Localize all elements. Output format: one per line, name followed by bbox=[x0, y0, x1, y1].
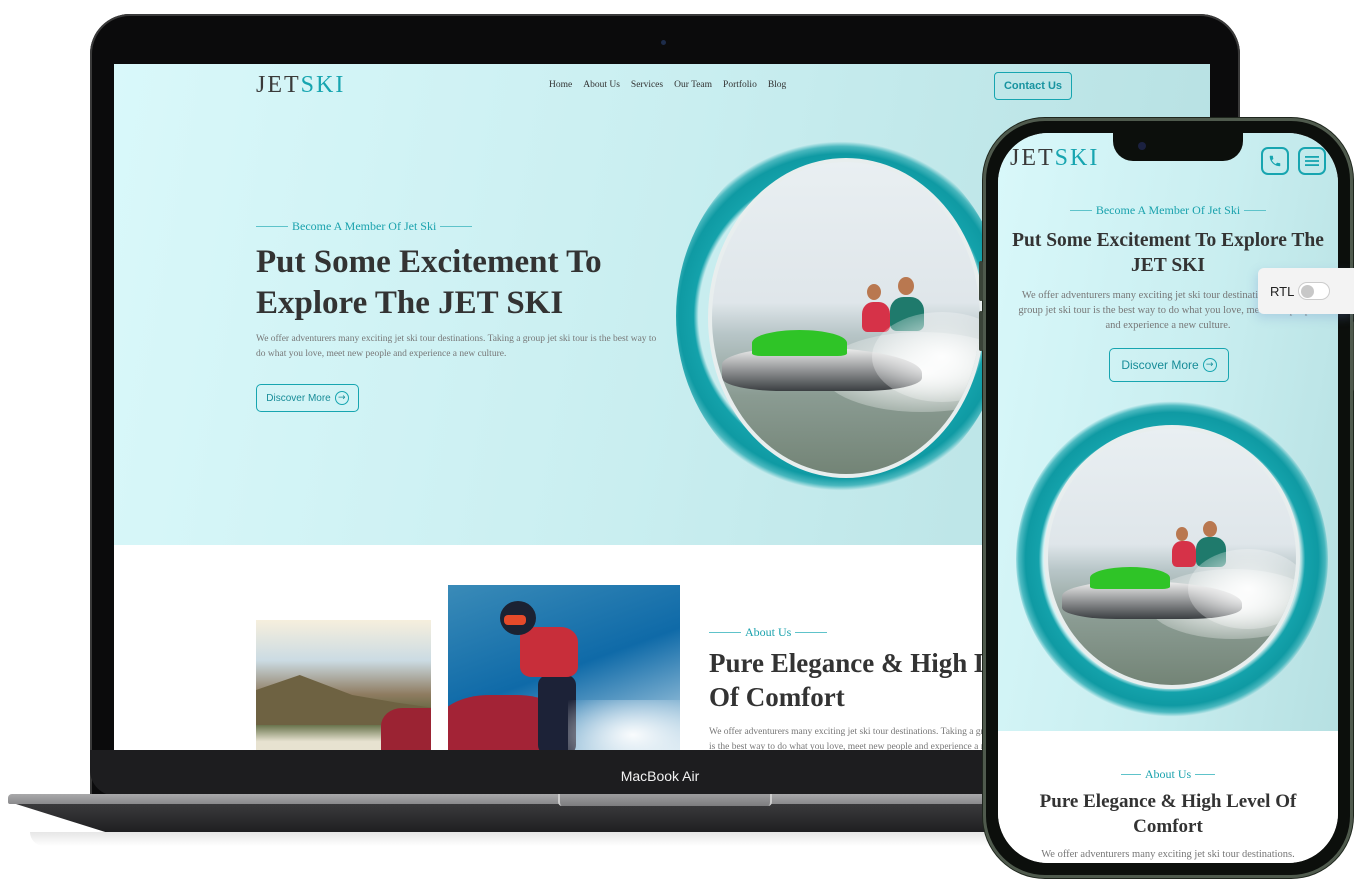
about-image-mountain bbox=[256, 620, 431, 750]
mobile-logo[interactable]: JETSKI bbox=[1010, 145, 1099, 172]
laptop-model-label: MacBook Air bbox=[620, 768, 700, 784]
laptop-camera bbox=[661, 40, 666, 45]
main-nav: Home About Us Services Our Team Portfoli… bbox=[549, 80, 786, 90]
mobile-about-eyebrow: About Us bbox=[998, 767, 1338, 782]
phone-notch bbox=[1113, 133, 1243, 161]
laptop-shadow bbox=[30, 832, 1010, 846]
menu-icon bbox=[1305, 156, 1319, 166]
contact-us-button[interactable]: Contact Us bbox=[994, 72, 1072, 100]
divider bbox=[709, 632, 741, 633]
hero-description: We offer adventurers many exciting jet s… bbox=[256, 334, 657, 359]
divider bbox=[440, 226, 473, 227]
hero-jetski-image bbox=[708, 158, 984, 478]
mobile-hero-jetski-image bbox=[1044, 425, 1300, 689]
divider bbox=[795, 632, 828, 633]
divider bbox=[1120, 774, 1141, 775]
arrow-right-icon: → bbox=[334, 391, 349, 405]
hero-image-frame bbox=[676, 134, 1006, 498]
phone-device: JETSKI Become A Member Of Jet Ski Put So… bbox=[979, 118, 1354, 878]
mobile-about-description: We offer adventurers many exciting jet s… bbox=[1041, 849, 1295, 860]
nav-blog[interactable]: Blog bbox=[768, 80, 786, 90]
rtl-toggle-panel: RTL bbox=[1258, 268, 1354, 314]
mobile-hero-image-frame bbox=[1016, 401, 1328, 717]
rtl-label: RTL bbox=[1270, 283, 1295, 299]
divider bbox=[1195, 774, 1216, 775]
mobile-hero-eyebrow: Become A Member Of Jet Ski bbox=[998, 203, 1338, 218]
phone-icon bbox=[1269, 155, 1281, 167]
toggle-knob bbox=[1301, 285, 1315, 298]
mobile-hero: JETSKI Become A Member Of Jet Ski Put So… bbox=[998, 133, 1338, 731]
phone-camera bbox=[1138, 142, 1146, 150]
nav-our-team[interactable]: Our Team bbox=[674, 80, 712, 90]
laptop-chin bbox=[90, 750, 1010, 796]
about-eyebrow: About Us bbox=[709, 625, 828, 640]
divider bbox=[256, 226, 288, 227]
laptop-hinge-notch bbox=[558, 794, 772, 806]
mobile-website: JETSKI Become A Member Of Jet Ski Put So… bbox=[998, 133, 1338, 863]
laptop-base-bottom bbox=[16, 804, 1008, 832]
mobile-discover-more-button[interactable]: Discover More → bbox=[1109, 348, 1229, 382]
rtl-toggle-switch[interactable] bbox=[1298, 282, 1331, 300]
phone-volume-button bbox=[979, 261, 983, 301]
nav-portfolio[interactable]: Portfolio bbox=[723, 80, 757, 90]
about-image-rider bbox=[448, 585, 680, 750]
nav-about-us[interactable]: About Us bbox=[583, 80, 620, 90]
laptop-base bbox=[8, 794, 1008, 804]
call-button[interactable] bbox=[1261, 147, 1289, 175]
hero-eyebrow: Become A Member Of Jet Ski bbox=[256, 219, 473, 234]
mobile-about-section: About Us Pure Elegance & High Level Of C… bbox=[998, 731, 1338, 863]
menu-button[interactable] bbox=[1298, 147, 1326, 175]
nav-home[interactable]: Home bbox=[549, 80, 572, 90]
nav-services[interactable]: Services bbox=[631, 80, 663, 90]
divider bbox=[1069, 210, 1092, 211]
logo[interactable]: JETSKI bbox=[256, 72, 345, 99]
phone-volume-button bbox=[979, 311, 983, 351]
divider bbox=[1244, 210, 1267, 211]
arrow-right-icon: → bbox=[1202, 358, 1217, 372]
discover-more-button[interactable]: Discover More → bbox=[256, 384, 359, 412]
mobile-about-title: Pure Elegance & High Level Of Comfort bbox=[1039, 791, 1297, 837]
hero-title: Put Some Excitement To Explore The JET S… bbox=[256, 244, 602, 321]
